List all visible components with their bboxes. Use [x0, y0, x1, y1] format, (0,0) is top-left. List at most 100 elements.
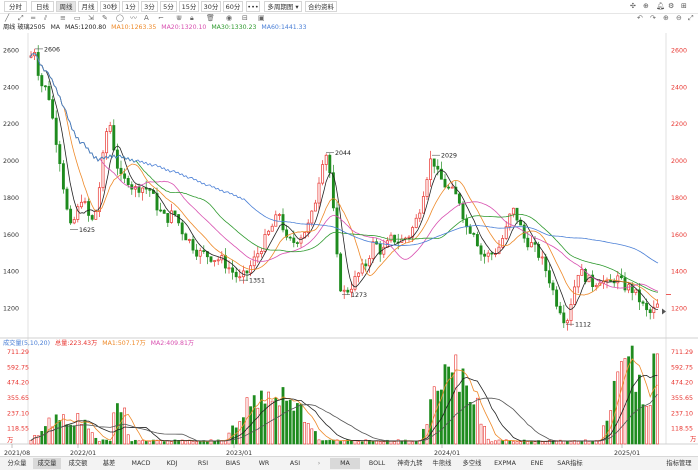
tab-bias[interactable]: BIAS: [219, 458, 247, 469]
tab-volume[interactable]: 成交量: [33, 458, 61, 469]
tab-boll[interactable]: BOLL: [362, 458, 392, 469]
delete-icon[interactable]: 🗑︎: [206, 13, 215, 23]
tab-long-short[interactable]: 多空线: [458, 458, 486, 469]
period-60m[interactable]: 60分: [223, 1, 243, 12]
period-30s[interactable]: 30秒: [100, 1, 120, 12]
volume-bar: [227, 432, 231, 445]
vol-title: 成交量(5,10,20): [3, 340, 51, 347]
period-5m[interactable]: 5分: [160, 1, 177, 12]
volume-bar: [224, 440, 227, 445]
tab-ma[interactable]: MA: [330, 458, 360, 469]
volume-tick-right: 474.20: [671, 380, 693, 387]
lock-icon[interactable]: 🔒︎: [190, 13, 194, 23]
volume-bar: [281, 387, 285, 445]
magnet-icon[interactable]: ⋓: [176, 13, 182, 23]
fullscreen-icon[interactable]: ⤢: [688, 13, 694, 23]
volume-bar: [166, 440, 170, 445]
volume-bar: [573, 440, 577, 445]
candle-body: [133, 186, 137, 190]
tab-wr[interactable]: WR: [251, 458, 277, 469]
period-30m[interactable]: 30分: [201, 1, 221, 12]
crosshair-icon[interactable]: ✣: [630, 1, 636, 12]
undo-icon[interactable]: ↶: [637, 13, 643, 23]
candlestick-chart[interactable]: 2600 2600 2400 2400 2200 2200 2000 2000 1800 1800…: [0, 0, 698, 456]
tab-indicator-manage[interactable]: 指标管理: [662, 458, 696, 469]
fib-tool-icon[interactable]: ≡: [60, 13, 66, 23]
zoom-icon[interactable]: ⊕: [643, 1, 649, 12]
volume-bar: [598, 439, 602, 445]
ma10-line: [29, 53, 659, 302]
line-tool-icon[interactable]: ╱: [5, 13, 9, 23]
period-3m[interactable]: 3分: [141, 1, 158, 12]
candle-body: [216, 259, 220, 262]
volume-bar: [349, 440, 353, 445]
ray-tool-icon[interactable]: ⤢: [18, 13, 24, 23]
tab-expma[interactable]: EXPMA: [489, 458, 521, 469]
settings-icon[interactable]: ⚙: [668, 1, 674, 12]
ma30-line: [29, 53, 659, 293]
tab-basis[interactable]: 基差: [96, 458, 122, 469]
period-day[interactable]: 日线: [31, 1, 54, 12]
tab-macd[interactable]: MACD: [126, 458, 156, 469]
tab-magic-nine[interactable]: 神奇九转: [394, 458, 426, 469]
volume-bar: [94, 437, 98, 445]
hline-tool-icon[interactable]: ═: [31, 13, 35, 23]
zoom-in-icon[interactable]: ⊕: [663, 13, 669, 23]
volume-bar: [148, 440, 152, 445]
volume-bar: [591, 440, 595, 445]
volume-bar: [346, 439, 350, 445]
tab-sar[interactable]: SAR指标: [554, 458, 586, 469]
tab-ene[interactable]: ENE: [524, 458, 550, 469]
candle-body: [655, 303, 659, 308]
period-fenshi[interactable]: 分时: [4, 1, 27, 12]
channel-tool-icon[interactable]: ⫽: [44, 13, 47, 23]
candle-body: [115, 149, 119, 169]
candle-body: [562, 312, 566, 324]
tab-bull-bear[interactable]: 牛熊线: [428, 458, 456, 469]
wave-tool-icon[interactable]: 〰: [130, 13, 137, 23]
tab-turnover[interactable]: 成交额: [63, 458, 93, 469]
tab-asi[interactable]: ASI: [281, 458, 309, 469]
eye-icon[interactable]: ◉: [226, 13, 232, 23]
candle-body: [58, 144, 62, 165]
volume-bar: [411, 441, 415, 445]
period-week[interactable]: 周线: [56, 1, 76, 12]
candle-body: [421, 196, 425, 214]
volume-bar: [432, 386, 436, 445]
volume-bar: [61, 414, 65, 445]
volume-bar: [641, 404, 645, 445]
pen-tool-icon[interactable]: ✎: [102, 13, 108, 23]
period-15m[interactable]: 15分: [179, 1, 199, 12]
chart-layout-icon[interactable]: ⊟: [242, 13, 248, 23]
contract-info-button[interactable]: 合约资料: [305, 1, 337, 12]
tabs-scroll-icon[interactable]: ›: [314, 458, 324, 469]
arrow-tool-icon[interactable]: ⇲: [88, 13, 94, 23]
candle-body: [569, 304, 573, 321]
candle-body: [335, 207, 339, 255]
period-1m[interactable]: 1分: [122, 1, 139, 12]
ruler-tool-icon[interactable]: ⌐: [158, 13, 164, 23]
tab-rsi[interactable]: RSI: [190, 458, 216, 469]
candle-body: [274, 214, 278, 227]
tab-kdj[interactable]: KDJ: [159, 458, 185, 469]
candle-body: [126, 178, 130, 185]
rect-tool-icon[interactable]: ▭: [74, 13, 81, 23]
volume-bar: [292, 410, 296, 445]
more-periods-button[interactable]: •••: [246, 1, 260, 12]
zoom-out-icon[interactable]: ⊖: [676, 13, 682, 23]
volume-bar: [364, 439, 368, 445]
redo-icon[interactable]: ↷: [650, 13, 656, 23]
bell-icon[interactable]: 🔔︎: [656, 1, 665, 12]
camera-icon[interactable]: ▣: [258, 13, 265, 23]
circle-tool-icon[interactable]: ◯: [116, 13, 124, 23]
volume-bar: [213, 440, 217, 445]
volume-bar: [58, 420, 62, 445]
add-icon[interactable]: ⊞: [681, 1, 687, 12]
tab-fenzhongliang[interactable]: 分众量: [3, 458, 31, 469]
chart-type-select[interactable]: 多周期图 ▾: [264, 1, 302, 12]
volume-bar: [583, 439, 587, 445]
text-tool-icon[interactable]: A: [144, 13, 149, 23]
volume-bar: [637, 374, 641, 445]
volume-bar: [198, 441, 202, 445]
period-month[interactable]: 月线: [78, 1, 98, 12]
